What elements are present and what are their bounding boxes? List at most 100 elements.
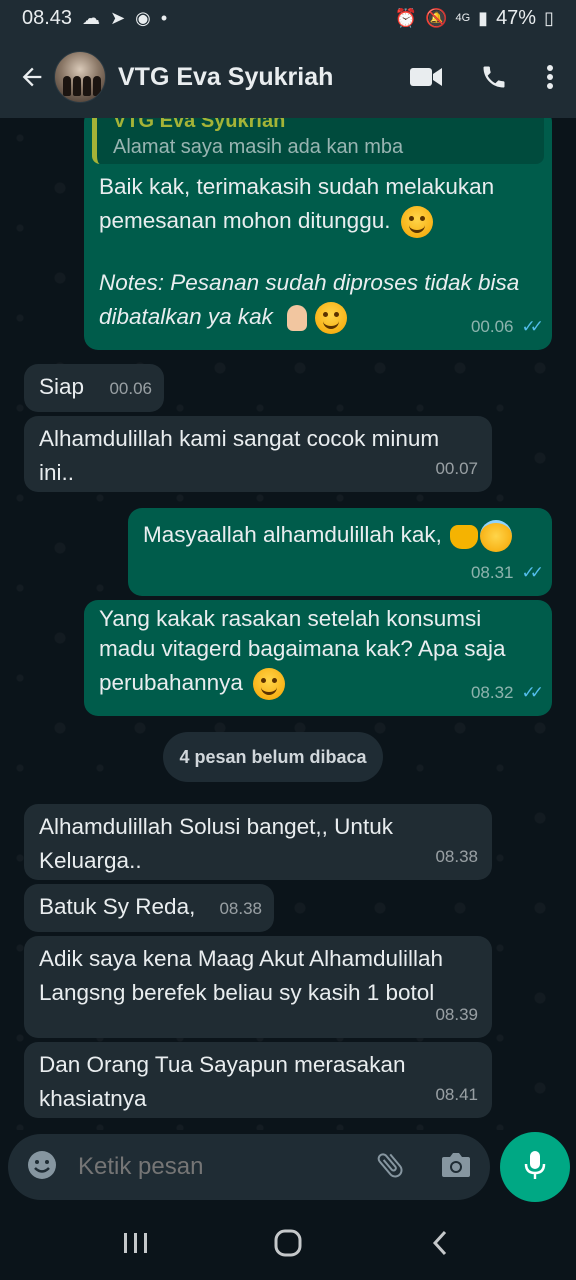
message-line-with-emoji: pemesanan mohon ditunggu. <box>99 204 519 239</box>
message-line: perubahannya <box>99 670 243 695</box>
message-line: Dan Orang Tua Sayapun merasakan <box>39 1052 406 1077</box>
contact-name[interactable]: VTG Eva Syukriah <box>118 63 333 92</box>
message-text: Baik kak, terimakasih sudah melakukan pe… <box>99 170 520 335</box>
message-incoming[interactable]: Adik saya kena Maag Akut Alhamdulillah L… <box>24 936 492 1038</box>
message-time: 08.39 <box>435 998 478 1032</box>
time-text: 08.32 <box>470 683 514 702</box>
message-incoming[interactable]: Siap 00.06 <box>24 364 164 412</box>
folded-hands-emoji <box>283 303 311 333</box>
message-time: 00.06 <box>109 372 152 406</box>
message-outgoing[interactable]: Masyaallah alhamdulillah kak, 08.31 ✓✓ <box>128 508 552 596</box>
system-nav-bar <box>0 1206 576 1280</box>
message-input[interactable] <box>78 1153 358 1181</box>
smiling-face-halo-emoji <box>480 520 513 553</box>
message-outgoing[interactable]: Yang kakak rasakan setelah konsumsi madu… <box>84 600 552 716</box>
message-line-with-emoji: Masyaallah alhamdulillah kak, <box>143 518 513 553</box>
message-text: Masyaallah alhamdulillah kak, <box>143 522 442 547</box>
mute-icon: 🔕 <box>425 7 448 28</box>
read-ticks-icon: ✓✓ <box>521 563 544 582</box>
message-line-with-emoji: perubahannya <box>99 668 506 701</box>
time-text: 00.06 <box>470 317 514 336</box>
message-line-with-emoji: dibatalkan ya kak <box>99 300 519 335</box>
message-line: dibatalkan ya kak <box>99 304 273 330</box>
time-text: 08.39 <box>435 1005 478 1024</box>
attach-icon[interactable] <box>374 1149 406 1186</box>
message-line: Baik kak, terimakasih sudah melakukan <box>99 174 495 199</box>
quoted-text: Alamat saya masih ada kan mba <box>113 136 404 158</box>
message-line: pemesanan mohon ditunggu. <box>99 208 391 233</box>
message-input-container[interactable] <box>8 1134 490 1200</box>
message-text: Dan Orang Tua Sayapun merasakan khasiatn… <box>39 1048 405 1116</box>
smiling-face-emoji <box>315 302 348 335</box>
avatar[interactable] <box>54 51 106 103</box>
message-text: Alhamdulillah Solusi banget,, Untuk Kelu… <box>39 810 393 878</box>
network-type-icon: 4G <box>455 12 471 24</box>
status-bar: 08.43 ☁ ➤ ◉ • ⏰ 🔕 4G ▮ 47% ▯ <box>0 0 576 36</box>
voice-call-icon[interactable] <box>480 63 508 91</box>
camera-icon[interactable] <box>440 1151 472 1184</box>
message-outgoing[interactable]: VTG Eva Syukriah Alamat saya masih ada k… <box>84 118 552 350</box>
time-text: 08.31 <box>470 563 514 582</box>
message-text: Batuk Sy Reda, <box>39 894 196 919</box>
message-line: madu vitagerd bagaimana kak? Apa saja <box>99 636 506 661</box>
read-ticks-icon: ✓✓ <box>521 317 544 336</box>
alarm-icon: ⏰ <box>394 7 418 28</box>
message-time: 08.41 <box>435 1078 478 1112</box>
time-text: 08.38 <box>219 899 262 918</box>
read-ticks-icon: ✓✓ <box>521 683 544 702</box>
mic-button[interactable] <box>500 1132 570 1202</box>
message-time: 08.31 ✓✓ <box>470 556 544 590</box>
app-notification-icon: ◉ <box>135 7 151 28</box>
message-text: Yang kakak rasakan setelah konsumsi madu… <box>99 604 506 701</box>
quoted-message[interactable]: VTG Eva Syukriah Alamat saya masih ada k… <box>92 118 544 164</box>
unread-messages-banner: 4 pesan belum dibaca <box>163 732 383 782</box>
battery-icon: ▯ <box>544 7 554 28</box>
message-line: Langsng berefek beliau sy kasih 1 botol <box>39 980 435 1005</box>
video-call-icon[interactable] <box>410 66 442 88</box>
message-time: 08.38 <box>435 840 478 874</box>
message-line: Notes: Pesanan sudah diproses tidak bisa <box>99 270 520 296</box>
emoji-icon[interactable] <box>26 1149 58 1186</box>
back-arrow-icon[interactable] <box>14 59 50 95</box>
message-text: Adik saya kena Maag Akut Alhamdulillah L… <box>39 942 443 1010</box>
message-line: Alhamdulillah kami sangat cocok minum <box>39 426 440 451</box>
signal-icon: ▮ <box>478 7 489 28</box>
header-actions <box>410 63 562 91</box>
chat-area[interactable]: VTG Eva Syukriah Alamat saya masih ada k… <box>0 118 576 1130</box>
recent-apps-icon[interactable] <box>106 1213 166 1273</box>
composer-bar <box>0 1130 576 1206</box>
cloud-icon: ☁ <box>82 7 101 28</box>
message-time: 08.38 <box>219 892 262 926</box>
message-incoming[interactable]: Batuk Sy Reda, 08.38 <box>24 884 274 932</box>
message-text: Siap <box>39 374 85 399</box>
chat-header: VTG Eva Syukriah <box>0 36 576 118</box>
message-line: Keluarga.. <box>39 848 142 873</box>
message-incoming[interactable]: Alhamdulillah kami sangat cocok minum in… <box>24 416 492 492</box>
message-line: khasiatnya <box>39 1086 147 1111</box>
message-incoming[interactable]: Dan Orang Tua Sayapun merasakan khasiatn… <box>24 1042 492 1118</box>
smiling-face-emoji <box>253 668 286 701</box>
home-icon[interactable] <box>258 1213 318 1273</box>
more-vert-icon[interactable] <box>546 64 554 90</box>
time-text: 08.38 <box>435 847 478 866</box>
time-text: 00.06 <box>109 379 152 398</box>
message-line: Alhamdulillah Solusi banget,, Untuk <box>39 814 393 839</box>
mic-icon <box>522 1149 548 1186</box>
message-line: Adik saya kena Maag Akut Alhamdulillah <box>39 946 443 971</box>
status-time: 08.43 <box>22 6 73 29</box>
composer-actions <box>374 1149 472 1186</box>
message-line: Yang kakak rasakan setelah konsumsi <box>99 606 482 631</box>
message-incoming[interactable]: Alhamdulillah Solusi banget,, Untuk Kelu… <box>24 804 492 880</box>
status-right: ⏰ 🔕 4G ▮ 47% ▯ <box>395 7 554 30</box>
time-text: 08.41 <box>435 1085 478 1104</box>
raising-hands-emoji <box>448 521 480 551</box>
back-nav-icon[interactable] <box>410 1213 470 1273</box>
message-text: Alhamdulillah kami sangat cocok minum in… <box>39 422 439 490</box>
telegram-icon: ➤ <box>110 7 126 28</box>
message-time: 00.06 ✓✓ <box>470 310 544 344</box>
battery-text: 47% <box>496 6 537 29</box>
smiling-face-emoji <box>400 206 433 239</box>
message-line: ini.. <box>39 460 75 485</box>
message-time: 00.07 <box>435 452 478 486</box>
